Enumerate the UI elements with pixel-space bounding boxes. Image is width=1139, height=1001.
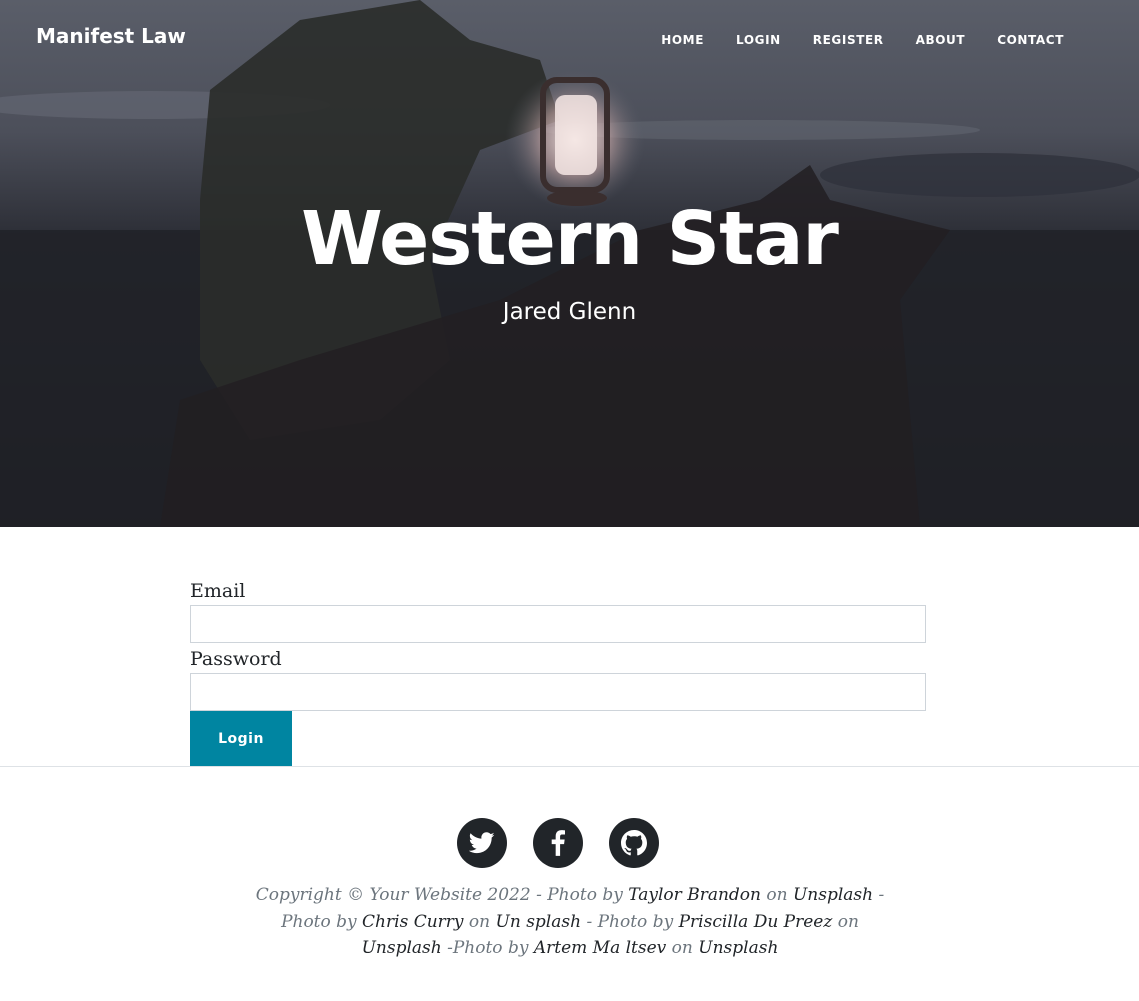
github-icon <box>621 830 647 856</box>
unsplash-link[interactable]: Unsplash <box>698 938 778 958</box>
email-label: Email <box>190 580 246 602</box>
hero-section: Manifest Law HOME LOGIN REGISTER ABOUT C… <box>0 0 1139 527</box>
copyright-text-part: on <box>832 911 859 932</box>
twitter-icon <box>469 832 495 854</box>
nav-item-register: REGISTER <box>813 29 884 48</box>
nav-link-about[interactable]: ABOUT <box>916 33 966 47</box>
login-button[interactable]: Login <box>190 711 292 766</box>
hero-subtitle: Jared Glenn <box>502 299 637 325</box>
nav-item-login: LOGIN <box>736 29 781 48</box>
nav-link-login[interactable]: LOGIN <box>736 33 781 47</box>
hero-title: Western Star <box>301 196 839 282</box>
nav-link-home[interactable]: HOME <box>661 33 704 47</box>
copyright-text-part: - Photo by <box>581 911 679 932</box>
nav-links: HOME LOGIN REGISTER ABOUT CONTACT <box>661 29 1064 48</box>
twitter-link[interactable] <box>457 818 507 868</box>
copyright-text-part: Copyright © Your Website 2022 - Photo by <box>255 885 629 905</box>
facebook-link[interactable] <box>533 818 583 868</box>
social-links <box>457 818 659 868</box>
login-form: Email Password <box>190 578 926 714</box>
unsplash-link[interactable]: Unsplash <box>793 885 873 905</box>
brand-logo-link[interactable]: Manifest Law <box>36 24 186 48</box>
password-label: Password <box>190 648 282 670</box>
nav-link-contact[interactable]: CONTACT <box>997 33 1064 47</box>
copyright-text-part: on <box>760 885 793 905</box>
copyright-text-part: on <box>463 911 496 932</box>
email-field[interactable] <box>190 605 926 643</box>
nav-item-home: HOME <box>661 29 704 48</box>
photo-credit-link-priscilla-du-preez[interactable]: Priscilla Du Preez <box>679 912 833 932</box>
unsplash-link[interactable]: Unsplash <box>362 938 442 958</box>
nav-item-contact: CONTACT <box>997 29 1064 48</box>
nav-link-register[interactable]: REGISTER <box>813 33 884 47</box>
unsplash-link[interactable]: Un splash <box>496 912 582 932</box>
copyright-text: Copyright © Your Website 2022 - Photo by… <box>250 882 890 962</box>
github-link[interactable] <box>609 818 659 868</box>
photo-credit-link-artem-maltsev[interactable]: Artem Ma ltsev <box>534 938 666 958</box>
copyright-text-part: -Photo by <box>441 938 534 958</box>
facebook-icon <box>551 830 565 856</box>
password-field[interactable] <box>190 673 926 711</box>
footer-divider <box>0 766 1139 767</box>
top-navbar: Manifest Law HOME LOGIN REGISTER ABOUT C… <box>0 0 1139 74</box>
photo-credit-link-taylor-brandon[interactable]: Taylor Brandon <box>628 885 761 905</box>
nav-item-about: ABOUT <box>916 29 966 48</box>
copyright-text-part: on <box>666 938 699 958</box>
photo-credit-link-chris-curry[interactable]: Chris Curry <box>362 912 463 932</box>
